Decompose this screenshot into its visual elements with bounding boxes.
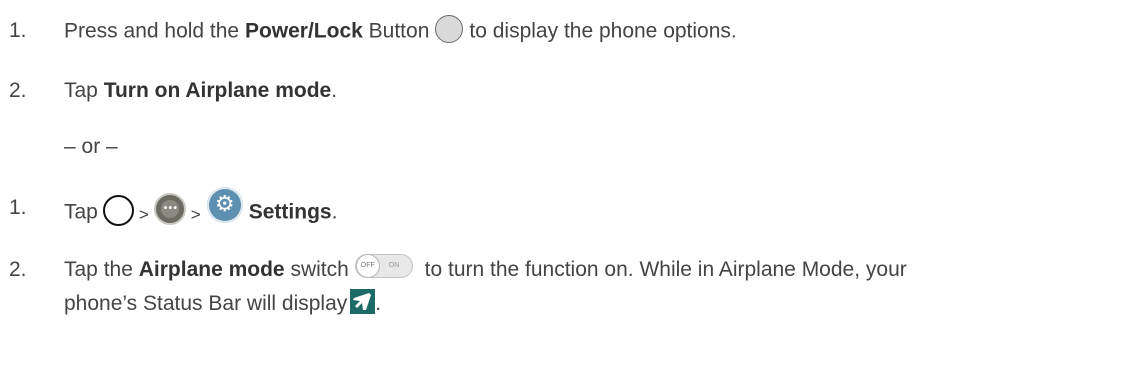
airplane-glyph-icon [353,292,372,310]
step-number: 2. [9,258,27,281]
step-number: 1. [9,196,27,219]
step-text: Tap > ••• > ⚙ Settings. [64,187,338,231]
step-text-bold: Turn on Airplane mode [103,79,332,102]
step-text-bold: Settings [248,200,332,224]
step-text-post: to display the phone options. [469,19,737,43]
step-number: 1. [9,19,27,42]
step-text-mid: switch [284,258,349,281]
step-text-mid: Button [362,19,430,43]
separator-text: – or – [64,135,118,158]
step-text-pre: Tap [64,200,98,224]
path-separator: > [190,205,201,224]
step-text-pre: Press and hold the [64,19,245,43]
path-separator: > [138,205,149,224]
step-text: Tap Turn on Airplane mode. [64,78,337,104]
power-lock-button-icon [435,15,464,43]
step-text: Press and hold the Power/Lock Button to d… [64,15,737,46]
home-button-icon [102,194,134,226]
step-text-post: to turn the function on. While in Airpla… [418,258,907,281]
step-number: 2. [9,79,27,102]
step-text-bold: Airplane mode [138,258,285,281]
apps-icon: ••• [153,193,186,225]
switch-off-label: OFF [355,254,380,279]
step-text-post: . [331,79,338,102]
step-text: Tap the Airplane mode switch OFF ON to tur… [64,254,907,283]
step-text-post: . [331,200,338,224]
settings-gear-icon: ⚙ [206,187,243,223]
airplane-mode-switch-icon: OFF ON [354,254,413,279]
step-text-bold: Power/Lock [244,19,363,43]
step-text-pre: Tap the [64,258,139,281]
step-text-end: . [375,292,382,315]
switch-on-label: ON [388,262,400,270]
step-text: phone’s Status Bar will display. [64,288,382,317]
airplane-mode-status-icon [350,288,376,314]
step-text-pre: Tap [64,79,104,102]
step-text-line2: phone’s Status Bar will display [64,292,348,315]
